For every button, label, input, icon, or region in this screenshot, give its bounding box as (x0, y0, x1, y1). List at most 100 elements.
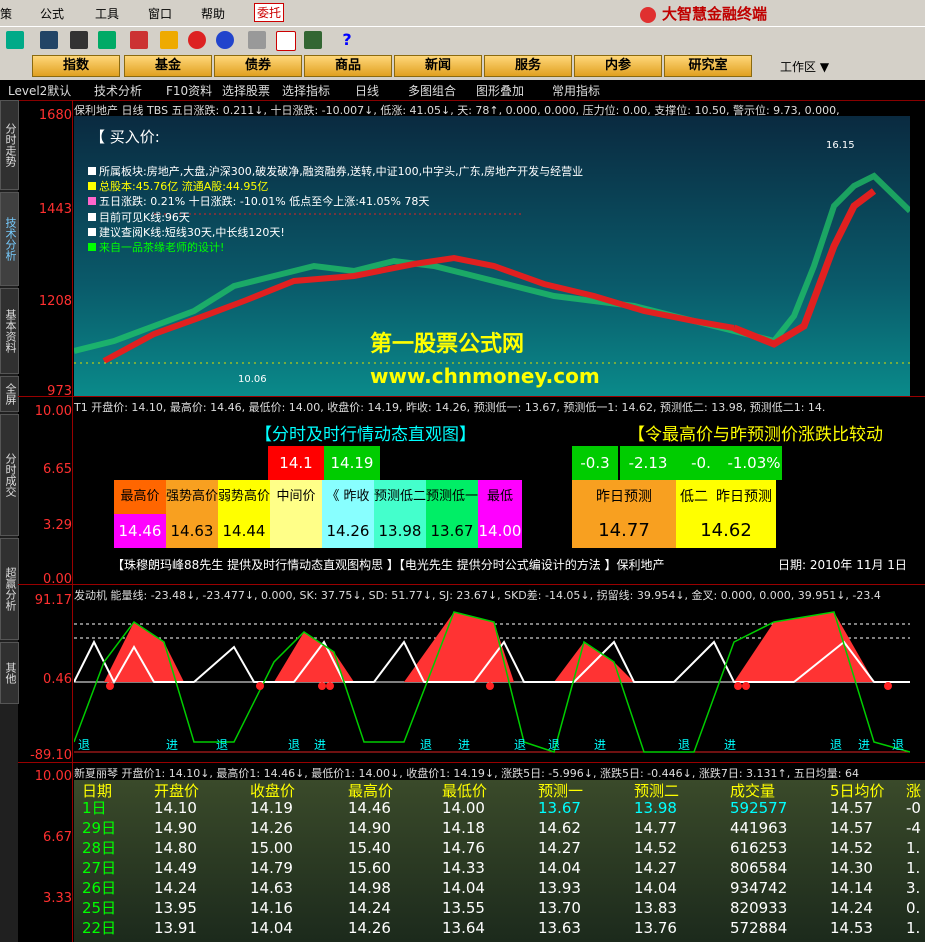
menu-item-strategy[interactable]: 策 (0, 5, 12, 22)
signal-exit: 退 (548, 738, 561, 752)
tab-f10[interactable]: F10资料 (166, 82, 212, 99)
table-row: 29日 14.90 14.26 14.90 14.18 14.62 14.77 441963 1… (74, 818, 925, 838)
person-icon[interactable] (98, 31, 116, 49)
table-cell: 28日 (82, 839, 117, 857)
table-cell: 14.30 (830, 859, 873, 877)
nav-bond-button[interactable]: 债券 (214, 55, 302, 77)
table-cell: 27日 (82, 859, 117, 877)
main-y-tick: 1680 (38, 108, 72, 123)
main-chart-area[interactable]: 【 买入价: 所属板块:房地产,大盘,沪深300,破发破净,融资融券,送转,中证… (74, 116, 910, 396)
circle-red-icon[interactable] (188, 31, 206, 49)
tab-select-indicator[interactable]: 选择指标 (282, 82, 330, 99)
table-cell: 13.95 (154, 899, 197, 917)
help-cursor-icon[interactable]: ? (338, 31, 356, 49)
axis-divider (72, 100, 73, 942)
panel2-y-tick: 6.65 (43, 462, 72, 477)
date-label: 日期: 2010年 11月 1日 (778, 558, 907, 572)
table-cell: 14.76 (442, 839, 485, 857)
table-row: 1日 14.10 14.19 14.46 14.00 13.67 13.98 592577 14… (74, 798, 925, 818)
watermark-title: 第一股票公式网 (370, 332, 525, 357)
price-label: 弱势高价 (218, 480, 270, 514)
table-cell: 13.67 (538, 799, 581, 817)
tab-level2[interactable]: Level2默认 (8, 82, 71, 99)
menu-item-help[interactable]: 帮助 (201, 5, 225, 22)
table-cell: -0 (906, 799, 921, 817)
table-cell: 572884 (730, 919, 788, 937)
table-cell: 14.24 (154, 879, 197, 897)
forecast-value: 14.62 (676, 514, 776, 548)
nav-news-button[interactable]: 新闻 (394, 55, 482, 77)
tab-daily[interactable]: 日线 (355, 82, 379, 99)
change-cell: -0. (676, 446, 726, 480)
nav-fund-button[interactable]: 基金 (124, 55, 212, 77)
diamond-icon[interactable] (160, 31, 178, 49)
table-cell: 15.60 (348, 859, 391, 877)
change-cell: -1.03% (726, 446, 782, 480)
table-cell: 592577 (730, 799, 788, 817)
signal-exit: 退 (830, 738, 843, 752)
workspace-dropdown[interactable]: 工作区 ▼ (780, 58, 829, 75)
oscillator-svg (74, 611, 910, 753)
info-text: 目前可见K线:96天 (99, 210, 190, 224)
menu-item-window[interactable]: 窗口 (148, 5, 172, 22)
table-cell: 14.26 (348, 919, 391, 937)
nav-insider-button[interactable]: 内参 (574, 55, 662, 77)
circle-blue-icon[interactable] (216, 31, 234, 49)
nav-service-button[interactable]: 服务 (484, 55, 572, 77)
panel3-y-tick: -89.10 (30, 748, 72, 763)
table-cell: 13.91 (154, 919, 197, 937)
table-cell: 14.00 (442, 799, 485, 817)
table-cell: 14.53 (830, 919, 873, 937)
menu-item-trade[interactable]: 委托 (254, 3, 285, 22)
menu-item-formula[interactable]: 公式 (40, 5, 64, 22)
table-cell: 14.04 (250, 919, 293, 937)
sidebar-item-intraday[interactable]: 分时走势 (0, 100, 19, 190)
price-label: 预测低一 (426, 480, 478, 514)
table-cell: 14.16 (250, 899, 293, 917)
sidebar-item-other[interactable]: 其他 (0, 642, 19, 704)
nav-index-button[interactable]: 指数 (32, 55, 120, 77)
tab-technical[interactable]: 技术分析 (94, 82, 142, 99)
table-cell: 13.64 (442, 919, 485, 937)
price-value (270, 514, 322, 548)
table-cell: 0. (906, 899, 921, 917)
forecast-label: 低二 (676, 480, 712, 514)
tab-overlay[interactable]: 图形叠加 (476, 82, 524, 99)
binoculars-icon[interactable] (70, 31, 88, 49)
tab-common-indicator[interactable]: 常用指标 (552, 82, 600, 99)
info-line: 来自一品茶缘老师的设计! (88, 240, 583, 255)
table-cell: 806584 (730, 859, 788, 877)
print-icon[interactable] (248, 31, 266, 49)
window-icon[interactable] (276, 31, 296, 51)
signal-exit: 退 (420, 738, 433, 752)
forecast-value: 14.77 (572, 514, 676, 548)
table-cell: 1. (906, 839, 921, 857)
tab-select-stock[interactable]: 选择股票 (222, 82, 270, 99)
tab-multi-chart[interactable]: 多图组合 (408, 82, 456, 99)
nav-commodity-button[interactable]: 商品 (304, 55, 392, 77)
table-cell: 26日 (82, 879, 117, 897)
price-label-row: 最高价 强势高价 弱势高价 中间价 《 昨收 预测低二 预测低一 最低 (114, 480, 522, 514)
brand-icon (640, 6, 656, 23)
flag-icon[interactable] (130, 31, 148, 49)
sidebar-item-fullscreen[interactable]: 全屏 (0, 376, 19, 412)
chart-icon[interactable] (6, 31, 24, 49)
sidebar-item-technical[interactable]: 技术分析 (0, 192, 19, 286)
grid-icon[interactable] (40, 31, 58, 49)
table-cell: 29日 (82, 819, 117, 837)
sidebar-item-basic[interactable]: 基本资料 (0, 288, 19, 374)
sidebar-item-ticks[interactable]: 分时成交 (0, 414, 19, 536)
stock-info-block: 所属板块:房地产,大盘,沪深300,破发破净,融资融券,送转,中证100,中字头… (88, 164, 583, 255)
menu-item-tools[interactable]: 工具 (95, 5, 119, 22)
signal-exit: 退 (892, 738, 905, 752)
price-value: 14.00 (478, 514, 522, 548)
panel-separator (18, 396, 925, 397)
sidebar-item-superwin[interactable]: 超赢分析 (0, 538, 19, 640)
price-value: 14.63 (166, 514, 218, 548)
table-cell: 14.98 (348, 879, 391, 897)
table-cell: 14.18 (442, 819, 485, 837)
books-icon[interactable] (304, 31, 322, 49)
nav-research-button[interactable]: 研究室 (664, 55, 752, 77)
table-cell: 14.24 (348, 899, 391, 917)
oscillator-chart[interactable]: 退 进 退 退 进 退 进 退 退 进 退 进 退 进 退 (74, 602, 910, 760)
